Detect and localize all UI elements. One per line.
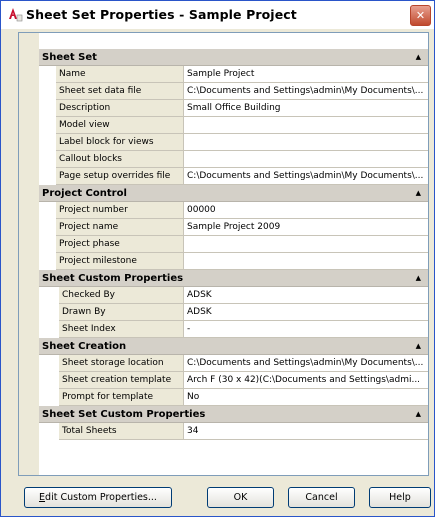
property-name: Label block for views	[56, 134, 184, 151]
property-value[interactable]	[184, 151, 428, 168]
property-row[interactable]: Project phase	[56, 236, 428, 253]
property-value[interactable]: Small Office Building	[184, 100, 428, 117]
property-value[interactable]: Arch F (30 x 42)(C:\Documents and Settin…	[184, 372, 428, 389]
help-button-label: Help	[389, 492, 411, 503]
property-name: Project name	[56, 219, 184, 236]
collapse-arrow-icon[interactable]: ▲	[416, 406, 421, 423]
property-value[interactable]	[184, 253, 428, 270]
property-name: Checked By	[59, 287, 184, 304]
collapse-arrow-icon[interactable]: ▲	[416, 185, 421, 202]
property-value[interactable]: 34	[184, 423, 428, 440]
property-value[interactable]	[184, 236, 428, 253]
property-value[interactable]	[184, 134, 428, 151]
edit-custom-properties-button[interactable]: Edit Custom Properties...	[24, 487, 172, 508]
property-row[interactable]: Sheet storage location C:\Documents and S…	[59, 355, 428, 372]
edit-button-label: Edit Custom Properties...	[39, 492, 157, 503]
property-value[interactable]: Sample Project 2009	[184, 219, 428, 236]
property-value[interactable]: 00000	[184, 202, 428, 219]
property-value[interactable]: ADSK	[184, 304, 428, 321]
property-name: Prompt for template	[59, 389, 184, 406]
property-value[interactable]: C:\Documents and Settings\admin\My Docum…	[184, 168, 428, 185]
property-row[interactable]: Project milestone	[56, 253, 428, 270]
property-row[interactable]: Label block for views	[56, 134, 428, 151]
grid-gutter	[19, 33, 39, 475]
property-name: Sheet Index	[59, 321, 184, 338]
property-row[interactable]: Callout blocks	[56, 151, 428, 168]
property-name: Model view	[56, 117, 184, 134]
collapse-arrow-icon[interactable]: ▲	[416, 270, 421, 287]
property-name: Project milestone	[56, 253, 184, 270]
property-name: Name	[56, 66, 184, 83]
property-row[interactable]: Sheet set data file C:\Documents and Sett…	[56, 83, 428, 100]
property-name: Drawn By	[59, 304, 184, 321]
property-name: Callout blocks	[56, 151, 184, 168]
help-button[interactable]: Help	[369, 487, 431, 508]
property-row[interactable]: Description Small Office Building	[56, 100, 428, 117]
title-bar[interactable]: Sheet Set Properties - Sample Project ✕	[1, 1, 434, 29]
property-value[interactable]: No	[184, 389, 428, 406]
property-value[interactable]: ADSK	[184, 287, 428, 304]
section-title: Sheet Creation	[42, 341, 127, 352]
autocad-app-icon	[7, 6, 23, 22]
property-name: Sheet storage location	[59, 355, 184, 372]
cancel-button-label: Cancel	[305, 492, 338, 503]
property-row[interactable]: Project number 00000	[56, 202, 428, 219]
property-value[interactable]: -	[184, 321, 428, 338]
dialog-window: Sheet Set Properties - Sample Project ✕ …	[0, 0, 435, 517]
property-name: Total Sheets	[59, 423, 184, 440]
close-button[interactable]: ✕	[410, 5, 431, 26]
property-row[interactable]: Name Sample Project	[56, 66, 428, 83]
property-value[interactable]	[184, 117, 428, 134]
property-name: Sheet set data file	[56, 83, 184, 100]
section-title: Sheet Custom Properties	[42, 273, 184, 284]
property-row[interactable]: Model view	[56, 117, 428, 134]
section-header[interactable]: Project Control ▲	[39, 185, 428, 202]
section-header[interactable]: Sheet Set ▲	[39, 49, 428, 66]
property-name: Page setup overrides file	[56, 168, 184, 185]
property-name: Project phase	[56, 236, 184, 253]
property-name: Sheet creation template	[59, 372, 184, 389]
section-title: Sheet Set Custom Properties	[42, 409, 206, 420]
property-row[interactable]: Page setup overrides file C:\Documents an…	[56, 168, 428, 185]
collapse-arrow-icon[interactable]: ▲	[416, 49, 421, 66]
property-name: Description	[56, 100, 184, 117]
section-header[interactable]: Sheet Creation ▲	[39, 338, 428, 355]
property-row[interactable]: Total Sheets 34	[59, 423, 428, 440]
close-icon: ✕	[415, 9, 426, 22]
property-value[interactable]: C:\Documents and Settings\admin\My Docum…	[184, 83, 428, 100]
property-row[interactable]: Checked By ADSK	[59, 287, 428, 304]
property-row[interactable]: Prompt for template No	[59, 389, 428, 406]
collapse-arrow-icon[interactable]: ▲	[416, 338, 421, 355]
property-row[interactable]: Sheet creation template Arch F (30 x 42)(…	[59, 372, 428, 389]
property-row[interactable]: Sheet Index -	[59, 321, 428, 338]
section-title: Project Control	[42, 188, 127, 199]
section-header[interactable]: Sheet Custom Properties ▲	[39, 270, 428, 287]
cancel-button[interactable]: Cancel	[288, 487, 355, 508]
property-value[interactable]: Sample Project	[184, 66, 428, 83]
ok-button-label: OK	[233, 492, 248, 503]
section-header[interactable]: Sheet Set Custom Properties ▲	[39, 406, 428, 423]
property-value[interactable]: C:\Documents and Settings\admin\My Docum…	[184, 355, 428, 372]
property-name: Project number	[56, 202, 184, 219]
section-title: Sheet Set	[42, 52, 97, 63]
property-grid[interactable]: Sheet Set ▲ Name Sample Project Sheet set da…	[18, 32, 429, 476]
property-row[interactable]: Project name Sample Project 2009	[56, 219, 428, 236]
ok-button[interactable]: OK	[207, 487, 274, 508]
window-title: Sheet Set Properties - Sample Project	[26, 7, 297, 22]
property-row[interactable]: Drawn By ADSK	[59, 304, 428, 321]
